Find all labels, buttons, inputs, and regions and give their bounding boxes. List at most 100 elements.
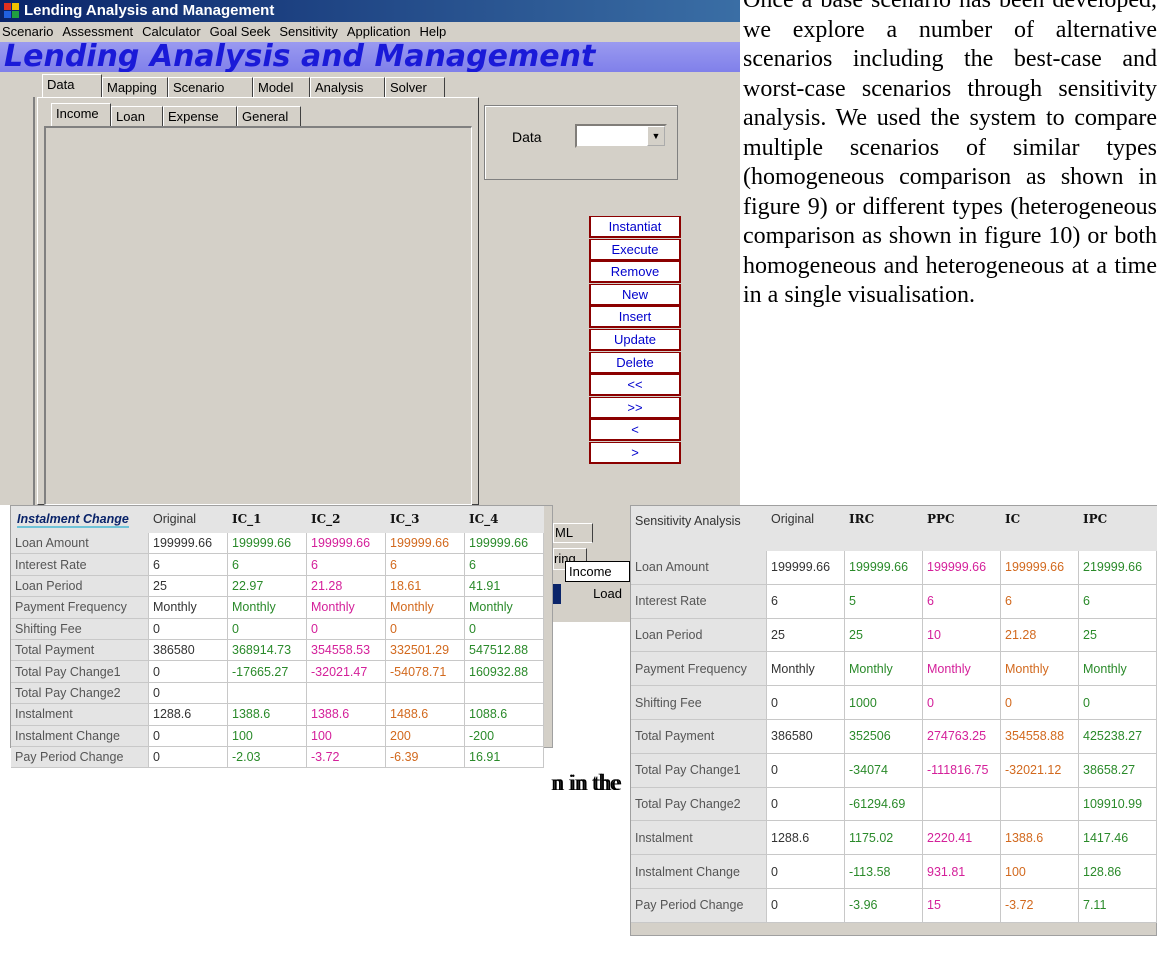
- cell-value: 199999.66: [927, 560, 987, 575]
- table-cell: Monthly: [307, 597, 386, 619]
- table-cell: Monthly: [1079, 652, 1157, 687]
- table-cell: 22.97: [228, 575, 307, 598]
- cell-value: 38658.27: [1083, 763, 1136, 778]
- action-button-1[interactable]: Execute: [589, 238, 681, 261]
- tab-loan[interactable]: Loan: [111, 106, 163, 126]
- cell-value: 6: [771, 594, 778, 609]
- action-button-5[interactable]: Update: [589, 329, 681, 351]
- row-label: Pay Period Change: [11, 747, 149, 769]
- cell-value: -3.72: [311, 750, 340, 765]
- table-cell: Monthly: [465, 597, 544, 619]
- table-cell: 0: [1001, 686, 1079, 720]
- chevron-down-icon[interactable]: ▼: [647, 126, 665, 146]
- table-cell: 128.86: [1079, 855, 1157, 889]
- row-label-text: Loan Amount: [635, 560, 709, 575]
- cell-value: 6: [311, 557, 318, 572]
- income-value: Income: [565, 561, 630, 582]
- action-button-9[interactable]: <: [589, 419, 681, 442]
- app-banner: Lending Analysis and Management: [0, 42, 740, 72]
- cell-value: -111816.75: [927, 763, 989, 778]
- table-cell: 0: [149, 618, 228, 640]
- table-cell: 0: [767, 753, 845, 788]
- column-header-label: IPC: [1083, 512, 1108, 526]
- cell-value: Monthly: [232, 600, 276, 615]
- app-icon: [4, 3, 20, 19]
- cell-value: -200: [469, 728, 495, 743]
- tab-general[interactable]: General: [237, 106, 301, 126]
- menu-item-calculator[interactable]: Calculator: [142, 24, 201, 39]
- table-cell: 199999.66: [228, 533, 307, 555]
- table-cell: 1288.6: [767, 821, 845, 856]
- cell-value: 274763.25: [927, 729, 987, 744]
- load-button[interactable]: Load: [553, 584, 630, 604]
- column-header: IC_3: [386, 506, 465, 533]
- menu-item-application[interactable]: Application: [347, 24, 411, 39]
- table-cell: 199999.66: [465, 533, 544, 555]
- menu-item-help[interactable]: Help: [420, 24, 447, 39]
- cell-value: 128.86: [1083, 864, 1122, 879]
- cell-value: 1417.46: [1083, 830, 1129, 845]
- tab-expense[interactable]: Expense: [163, 106, 237, 126]
- table-cell: 38658.27: [1079, 753, 1157, 788]
- cell-value: -17665.27: [232, 664, 289, 679]
- tab-income[interactable]: Income: [51, 103, 111, 126]
- table-cell: 425238.27: [1079, 720, 1157, 754]
- row-label-text: Total Pay Change2: [15, 685, 121, 700]
- action-button-3[interactable]: New: [589, 283, 681, 306]
- cell-value: 1175.02: [849, 830, 894, 845]
- table-cell: 354558.53: [307, 640, 386, 662]
- cell-value: 354558.88: [1005, 729, 1065, 744]
- row-label: Interest Rate: [11, 554, 149, 576]
- action-button-0[interactable]: Instantiat: [589, 216, 681, 238]
- cell-value: -3.96: [849, 898, 878, 913]
- row-label: Total Pay Change1: [631, 753, 767, 788]
- table-cell: 1088.6: [465, 704, 544, 726]
- action-button-7[interactable]: <<: [589, 374, 681, 397]
- table-cell: 100: [307, 725, 386, 747]
- tab-data[interactable]: Data: [42, 74, 102, 97]
- row-label-text: Total Pay Change2: [635, 796, 741, 811]
- action-button-8[interactable]: >>: [589, 396, 681, 419]
- action-button-10[interactable]: >: [589, 442, 681, 464]
- table-cell: 1175.02: [845, 821, 923, 856]
- cell-value: 1388.6: [1005, 830, 1044, 845]
- tab-model[interactable]: Model: [253, 77, 310, 97]
- tab-analysis[interactable]: Analysis: [310, 77, 385, 97]
- action-button-2[interactable]: Remove: [589, 261, 681, 284]
- table-cell: 0: [1079, 686, 1157, 720]
- cell-value: -3.72: [1005, 898, 1034, 913]
- table-cell: [1001, 787, 1079, 822]
- cell-value: 199999.66: [153, 536, 213, 551]
- tab-mapping[interactable]: Mapping: [102, 77, 168, 97]
- row-label-text: Total Pay Change1: [15, 664, 121, 679]
- menu-item-assessment[interactable]: Assessment: [62, 24, 133, 39]
- table-cell: 0: [767, 889, 845, 923]
- table-cell: 1488.6: [386, 704, 465, 726]
- cell-value: 368914.73: [232, 643, 292, 658]
- table-cell: Monthly: [228, 597, 307, 619]
- action-button-4[interactable]: Insert: [589, 306, 681, 329]
- column-header-label: IRC: [849, 512, 875, 526]
- data-combo[interactable]: ▼: [575, 124, 667, 148]
- tab-scenario[interactable]: Scenario: [168, 77, 253, 97]
- tab-solver[interactable]: Solver: [385, 77, 445, 97]
- cell-value: 6: [1005, 594, 1012, 609]
- table-cell: [228, 682, 307, 705]
- menu-item-scenario[interactable]: Scenario: [2, 24, 53, 39]
- cell-value: -32021.47: [311, 664, 368, 679]
- table-cell: 931.81: [923, 855, 1001, 889]
- table-cell: Monthly: [1001, 652, 1079, 687]
- cell-value: 0: [927, 695, 934, 710]
- cell-value: 0: [153, 750, 160, 765]
- table-cell: 109910.99: [1079, 787, 1157, 822]
- cell-value: -32021.12: [1005, 763, 1062, 778]
- table-cell: -3.72: [307, 747, 386, 769]
- menu-item-sensitivity[interactable]: Sensitivity: [279, 24, 338, 39]
- action-button-6[interactable]: Delete: [589, 351, 681, 374]
- table-cell: 6: [307, 554, 386, 576]
- table-cell: 25: [845, 618, 923, 653]
- ml-tab[interactable]: ML: [553, 523, 593, 543]
- table-cell: 0: [228, 618, 307, 640]
- menu-item-goal-seek[interactable]: Goal Seek: [210, 24, 271, 39]
- table-cell: 0: [923, 686, 1001, 720]
